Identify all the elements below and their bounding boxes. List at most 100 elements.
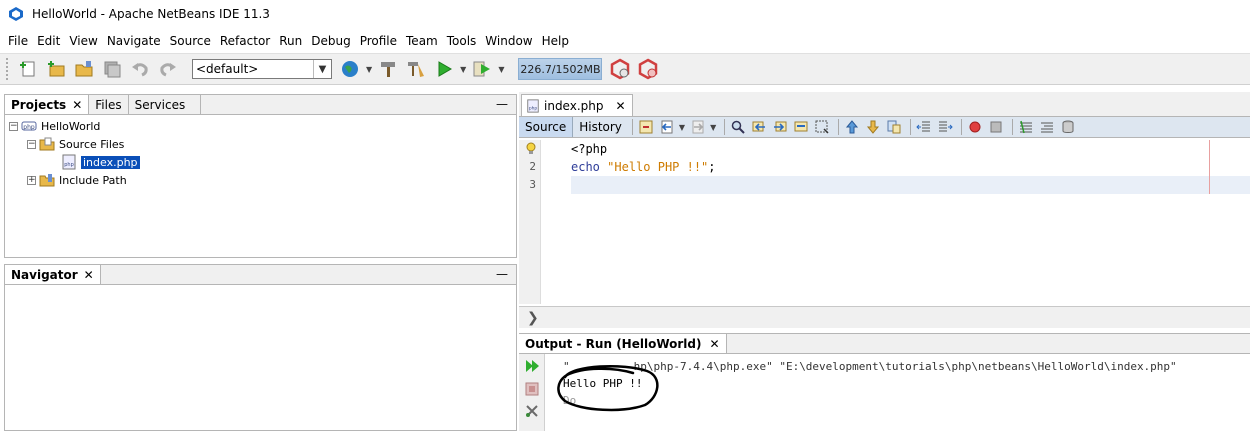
menu-refactor[interactable]: Refactor (216, 34, 274, 48)
config-select[interactable]: <default> ▼ (192, 59, 332, 79)
shift-left-button[interactable] (915, 118, 933, 136)
menu-run[interactable]: Run (275, 34, 306, 48)
tab-navigator[interactable]: Navigator ✕ (5, 265, 101, 284)
code-line-2: echo "Hello PHP !!"; (571, 160, 716, 174)
menu-profile[interactable]: Profile (356, 34, 401, 48)
run-dropdown-icon[interactable]: ▼ (460, 65, 466, 74)
redo-button[interactable] (156, 57, 180, 81)
comment-icon (1020, 120, 1033, 134)
highlight-selection-icon (815, 120, 829, 134)
close-icon[interactable]: ✕ (615, 99, 625, 113)
menu-view[interactable]: View (65, 34, 101, 48)
settings-button[interactable] (523, 402, 541, 420)
netbeans-logo-icon (9, 7, 23, 21)
navigator-panel: Navigator ✕ — (4, 264, 517, 431)
toggle-bookmark-button[interactable] (885, 118, 903, 136)
tab-source[interactable]: Source (519, 117, 574, 137)
menu-tools[interactable]: Tools (443, 34, 481, 48)
php-file-icon: php (62, 154, 76, 170)
record-icon (969, 121, 981, 133)
uncomment-button[interactable] (1038, 118, 1056, 136)
tree-row-source-files[interactable]: − Source Files (5, 135, 516, 153)
separator (961, 119, 963, 135)
tab-services[interactable]: Services (129, 95, 201, 114)
menu-debug[interactable]: Debug (307, 34, 354, 48)
tree-row-include-path[interactable]: + Include Path (5, 171, 516, 189)
menu-navigate[interactable]: Navigate (103, 34, 165, 48)
output-tab-label: Output - Run (HelloWorld) (525, 336, 702, 351)
menu-team[interactable]: Team (402, 34, 442, 48)
collapse-icon[interactable]: − (9, 121, 18, 131)
shift-right-icon (939, 121, 953, 132)
memory-indicator[interactable]: 226.7/1502MB (518, 58, 603, 80)
find-selection-button[interactable] (792, 118, 810, 136)
expand-icon[interactable]: + (27, 175, 36, 185)
lightbulb-hint-icon[interactable] (525, 142, 537, 156)
browser-dropdown-icon[interactable]: ▼ (366, 65, 372, 74)
last-edit-icon (639, 120, 653, 134)
collapse-icon[interactable]: − (27, 139, 36, 149)
minimize-icon[interactable]: — (496, 267, 508, 281)
find-button[interactable] (729, 118, 747, 136)
open-project-button[interactable] (72, 57, 96, 81)
tab-history[interactable]: History (573, 117, 628, 137)
rerun-button[interactable] (523, 357, 541, 375)
previous-bookmark-button[interactable] (843, 118, 861, 136)
back-dropdown-icon[interactable]: ▼ (679, 123, 685, 132)
profile-button[interactable] (608, 57, 632, 81)
find-previous-button[interactable] (750, 118, 768, 136)
tab-history-label: History (579, 120, 622, 134)
open-project-icon (75, 61, 93, 77)
tree-row-project[interactable]: − php HelloWorld (5, 117, 516, 135)
menu-edit[interactable]: Edit (33, 34, 64, 48)
debug-button[interactable] (470, 57, 494, 81)
stop-button[interactable] (523, 380, 541, 398)
next-bookmark-button[interactable] (864, 118, 882, 136)
shift-right-button[interactable] (936, 118, 954, 136)
tree-row-index-php[interactable]: php index.php (5, 153, 516, 171)
start-macro-button[interactable] (966, 118, 984, 136)
comment-button[interactable] (1017, 118, 1035, 136)
save-all-button[interactable] (100, 57, 124, 81)
rerun-icon (526, 360, 539, 372)
build-button[interactable] (376, 57, 400, 81)
tab-output-run[interactable]: Output - Run (HelloWorld) ✕ (519, 334, 727, 353)
menu-source[interactable]: Source (166, 34, 215, 48)
toolbar-grip[interactable] (6, 58, 10, 80)
database-button[interactable] (1059, 118, 1077, 136)
code-editor[interactable]: 2 3 <?php echo "Hello PHP !!"; (519, 140, 1250, 304)
new-file-button[interactable] (16, 57, 40, 81)
browser-button[interactable] (338, 57, 362, 81)
close-icon[interactable]: ✕ (709, 337, 719, 351)
toggle-highlight-button[interactable] (813, 118, 831, 136)
forward-button[interactable] (689, 118, 707, 136)
profile-attach-button[interactable] (636, 57, 660, 81)
close-icon[interactable]: ✕ (72, 98, 82, 112)
debug-dropdown-icon[interactable]: ▼ (498, 65, 504, 74)
clean-build-button[interactable] (404, 57, 428, 81)
main-toolbar: <default> ▼ ▼ ▼ ▼ 226.7/1502MB (0, 53, 1250, 85)
menu-window[interactable]: Window (481, 34, 536, 48)
back-button[interactable] (658, 118, 676, 136)
minimize-icon[interactable]: — (496, 97, 508, 111)
menu-help[interactable]: Help (538, 34, 573, 48)
close-icon[interactable]: ✕ (84, 268, 94, 282)
last-edit-button[interactable] (637, 118, 655, 136)
tab-files[interactable]: Files (89, 95, 129, 114)
forward-dropdown-icon[interactable]: ▼ (710, 123, 716, 132)
include-path-label: Include Path (59, 173, 127, 187)
tab-index-php[interactable]: php index.php ✕ (521, 94, 633, 116)
svg-text:php: php (23, 124, 35, 131)
tab-projects[interactable]: Projects ✕ (5, 95, 90, 114)
code-line-1: <?php (571, 142, 607, 156)
menu-file[interactable]: File (4, 34, 32, 48)
forward-icon (692, 120, 704, 134)
new-project-button[interactable] (44, 57, 68, 81)
run-button[interactable] (432, 57, 456, 81)
tab-services-label: Services (134, 97, 186, 112)
stop-macro-button[interactable] (987, 118, 1005, 136)
projects-panel-tabs: Projects ✕ Files Services — (5, 95, 516, 115)
chevron-right-icon[interactable]: ❯ (527, 310, 539, 326)
find-next-button[interactable] (771, 118, 789, 136)
undo-button[interactable] (128, 57, 152, 81)
